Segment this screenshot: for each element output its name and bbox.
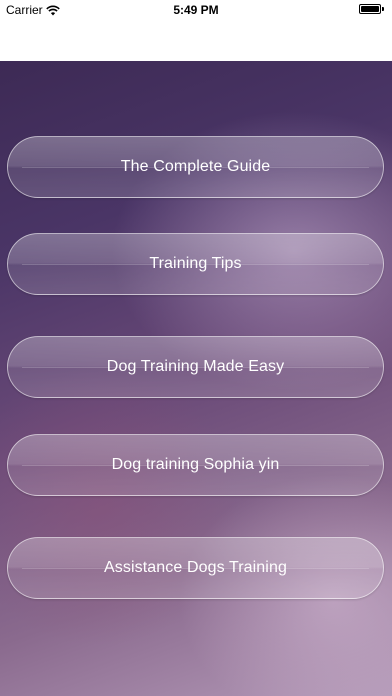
complete-guide-button[interactable]: The Complete Guide <box>7 136 384 198</box>
main-content: The Complete Guide Training Tips Dog Tra… <box>0 61 392 696</box>
training-tips-button[interactable]: Training Tips <box>7 233 384 295</box>
battery-icon <box>359 4 384 14</box>
dog-training-sophia-yin-label: Dog training Sophia yin <box>111 456 280 473</box>
battery-fill <box>361 6 379 12</box>
status-time: 5:49 PM <box>173 3 219 17</box>
status-bar: Carrier 5:49 PM <box>0 0 392 20</box>
dog-training-made-easy-button[interactable]: Dog Training Made Easy <box>7 336 384 398</box>
battery-body <box>359 4 381 14</box>
battery-tip <box>382 7 384 11</box>
training-tips-label: Training Tips <box>149 255 242 272</box>
dog-training-sophia-yin-button[interactable]: Dog training Sophia yin <box>7 434 384 496</box>
complete-guide-label: The Complete Guide <box>120 158 271 175</box>
dog-training-made-easy-label: Dog Training Made Easy <box>106 358 285 375</box>
assistance-dogs-training-label: Assistance Dogs Training <box>104 559 287 576</box>
assistance-dogs-training-button[interactable]: Assistance Dogs Training <box>7 537 384 599</box>
navigation-bar <box>0 20 392 61</box>
